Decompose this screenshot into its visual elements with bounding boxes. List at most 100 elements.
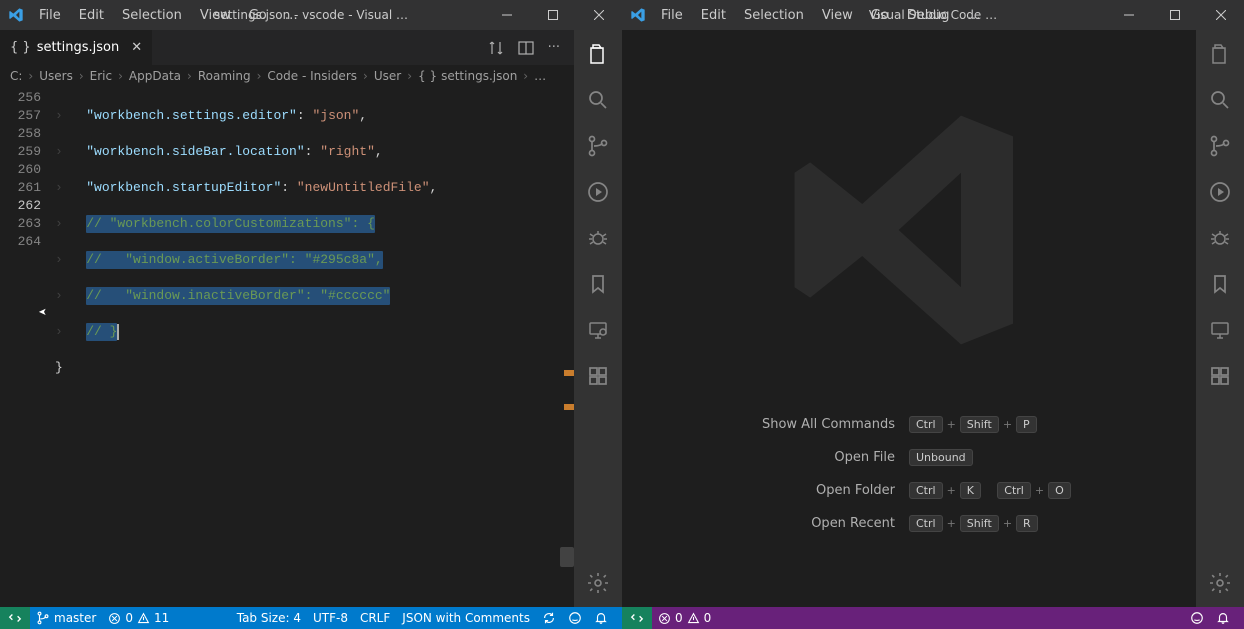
menu-file[interactable]: File <box>654 4 690 27</box>
code-text: // } <box>86 324 117 339</box>
window-controls <box>484 0 622 30</box>
search-icon[interactable] <box>584 86 612 114</box>
menu-edit[interactable]: Edit <box>72 4 111 27</box>
git-branch[interactable]: master <box>30 607 102 629</box>
welcome-label: Open File <box>709 450 909 465</box>
window-controls <box>1106 0 1244 30</box>
extensions-icon[interactable] <box>584 362 612 390</box>
breadcrumb-segment[interactable]: User <box>374 69 401 83</box>
notifications-icon[interactable] <box>588 607 614 629</box>
search-icon[interactable] <box>1206 86 1234 114</box>
breadcrumb-segment[interactable]: AppData <box>129 69 181 83</box>
chevron-right-icon: › <box>185 69 194 83</box>
bookmark-icon[interactable] <box>1206 270 1234 298</box>
extensions-icon[interactable] <box>1206 362 1234 390</box>
welcome-row: Open Folder Ctrl+ K Ctrl+ O <box>622 482 1196 499</box>
close-button[interactable] <box>1198 0 1244 30</box>
mouse-cursor-icon: ➤ <box>38 305 46 323</box>
split-editor-icon[interactable] <box>518 40 534 56</box>
text-cursor <box>117 324 119 340</box>
remote-indicator[interactable] <box>622 607 652 629</box>
menu-overflow-icon[interactable]: … <box>278 4 305 27</box>
titlebar[interactable]: File Edit Selection View Go Debug … Visu… <box>622 0 1244 30</box>
menu-go[interactable]: Go <box>864 4 896 27</box>
tab-settings-json[interactable]: { } settings.json ✕ <box>0 30 153 65</box>
menu-edit[interactable]: Edit <box>694 4 733 27</box>
line-gutter: 256 257 258 259 260 261 262 263 264 <box>0 87 55 607</box>
keybinding: Ctrl+ Shift+ R <box>909 515 1109 532</box>
code-text: "workbench.startupEditor" <box>86 179 281 197</box>
chevron-right-icon: › <box>361 69 370 83</box>
breadcrumb-segment[interactable]: Eric <box>90 69 112 83</box>
code-editor[interactable]: 256 257 258 259 260 261 262 263 264 › "w… <box>0 87 574 607</box>
source-control-icon[interactable] <box>1206 132 1234 160</box>
maximize-button[interactable] <box>1152 0 1198 30</box>
overview-ruler-mark <box>564 370 574 376</box>
breadcrumb-overflow[interactable]: … <box>534 69 546 83</box>
breadcrumb-segment[interactable]: Code - Insiders <box>267 69 357 83</box>
debug-bug-icon[interactable] <box>1206 224 1234 252</box>
titlebar[interactable]: File Edit Selection View Go … settings.j… <box>0 0 622 30</box>
debug-run-icon[interactable] <box>1206 178 1234 206</box>
source-control-icon[interactable] <box>584 132 612 160</box>
breadcrumb-segment[interactable]: settings.json <box>441 69 517 83</box>
compare-changes-icon[interactable] <box>488 40 504 56</box>
welcome-row: Show All Commands Ctrl+ Shift+ P <box>622 416 1196 433</box>
chevron-right-icon: › <box>521 69 530 83</box>
settings-gear-icon[interactable] <box>584 569 612 597</box>
status-bar: 0 0 <box>622 607 1244 629</box>
overview-ruler-mark <box>564 404 574 410</box>
menu-view[interactable]: View <box>815 4 860 27</box>
encoding[interactable]: UTF-8 <box>307 607 354 629</box>
errors-count: 0 <box>125 611 133 625</box>
explorer-icon[interactable] <box>1206 40 1234 68</box>
explorer-icon[interactable] <box>584 40 612 68</box>
remote-explorer-icon[interactable] <box>584 316 612 344</box>
tab-close-icon[interactable]: ✕ <box>131 40 142 55</box>
breadcrumb-segment[interactable]: Roaming <box>198 69 251 83</box>
settings-gear-icon[interactable] <box>1206 569 1234 597</box>
close-button[interactable] <box>576 0 622 30</box>
window-left: File Edit Selection View Go … settings.j… <box>0 0 622 629</box>
tab-actions: ··· <box>488 30 574 65</box>
feedback-icon[interactable] <box>562 607 588 629</box>
menu-selection[interactable]: Selection <box>737 4 811 27</box>
menu-selection[interactable]: Selection <box>115 4 189 27</box>
bookmark-icon[interactable] <box>584 270 612 298</box>
minimize-button[interactable] <box>484 0 530 30</box>
maximize-button[interactable] <box>530 0 576 30</box>
language-mode[interactable]: JSON with Comments <box>396 607 536 629</box>
menu-debug[interactable]: Debug <box>900 4 957 27</box>
more-actions-icon[interactable]: ··· <box>548 40 560 55</box>
code-content[interactable]: › "workbench.settings.editor": "json", ›… <box>55 87 574 607</box>
debug-run-icon[interactable] <box>584 178 612 206</box>
problems-indicator[interactable]: 0 11 <box>102 607 175 629</box>
minimize-button[interactable] <box>1106 0 1152 30</box>
menu-file[interactable]: File <box>32 4 68 27</box>
feedback-icon[interactable] <box>1184 607 1210 629</box>
breadcrumb-segment[interactable]: C: <box>10 69 22 83</box>
scrollbar-thumb[interactable] <box>560 547 574 567</box>
menu-go[interactable]: Go <box>242 4 274 27</box>
menu-view[interactable]: View <box>193 4 238 27</box>
code-text: } <box>55 359 63 377</box>
code-text: "right" <box>320 143 375 161</box>
status-bar: master 0 11 Tab Size: 4 UTF-8 CRLF JSON … <box>0 607 622 629</box>
sync-icon[interactable] <box>536 607 562 629</box>
problems-indicator[interactable]: 0 0 <box>652 607 717 629</box>
remote-indicator[interactable] <box>0 607 30 629</box>
tab-size[interactable]: Tab Size: 4 <box>231 607 307 629</box>
breadcrumb[interactable]: C: › Users › Eric › AppData › Roaming › Code … <box>0 65 574 87</box>
menu-overflow-icon[interactable]: … <box>961 4 988 27</box>
chevron-right-icon: › <box>26 69 35 83</box>
breadcrumb-segment[interactable]: Users <box>39 69 73 83</box>
notifications-icon[interactable] <box>1210 607 1236 629</box>
code-text: "json" <box>312 107 359 125</box>
debug-bug-icon[interactable] <box>584 224 612 252</box>
code-text: // "window.activeBorder": "#295c8a", <box>86 252 382 267</box>
json-file-icon: { } <box>10 40 31 55</box>
remote-explorer-icon[interactable] <box>1206 316 1234 344</box>
errors-count: 0 <box>675 611 683 625</box>
chevron-right-icon: › <box>116 69 125 83</box>
eol[interactable]: CRLF <box>354 607 396 629</box>
